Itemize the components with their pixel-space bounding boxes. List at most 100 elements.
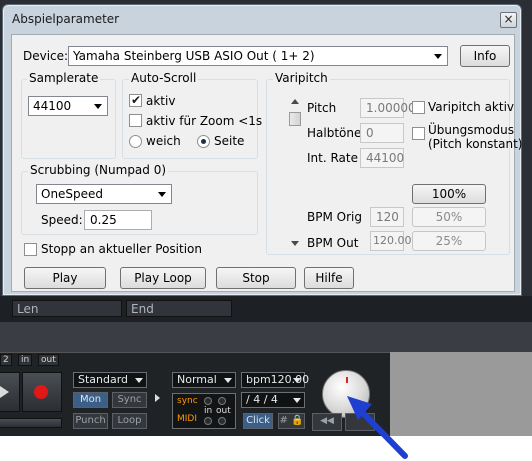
forward-button[interactable]: [345, 413, 375, 431]
len-field[interactable]: Len: [12, 300, 122, 317]
tab-out[interactable]: out: [38, 354, 59, 366]
bpm-combo[interactable]: bpm120.00: [241, 372, 309, 388]
samplerate-group: [21, 79, 116, 159]
midi-out-led-icon: [218, 417, 226, 425]
sync-midi-panel: sync MIDI in out: [172, 393, 236, 429]
mon-button[interactable]: Mon: [73, 392, 108, 408]
radio-weich-label: weich: [146, 134, 181, 148]
normal-combo[interactable]: Normal: [172, 372, 236, 388]
knob-marker: [346, 377, 348, 383]
bpm-out-input[interactable]: 120.00: [370, 231, 412, 251]
normal-combo-value: Normal: [177, 373, 217, 386]
midi-in-led-icon: [204, 417, 212, 425]
close-icon: ×: [503, 12, 514, 26]
bpm-orig-50-button[interactable]: 50%: [412, 207, 486, 227]
mode-combo[interactable]: Standard: [73, 372, 147, 388]
autoscroll-aktiv-label: aktiv: [146, 94, 176, 108]
autoscroll-aktiv-checkbox[interactable]: ✔: [129, 93, 142, 107]
chevron-down-icon: [94, 104, 102, 109]
scroll-down-icon[interactable]: [291, 241, 299, 246]
sync-led-icon: [204, 397, 212, 405]
chevron-down-icon: [293, 398, 301, 403]
play-icon: [0, 386, 9, 398]
varipitch-title: Varipitch: [273, 71, 330, 85]
hilfe-button[interactable]: Hilfe: [304, 267, 354, 289]
scrubbing-mode-value: OneSpeed: [41, 187, 104, 201]
bpm-out-label: BPM Out: [307, 236, 359, 250]
sync-led-icon: [218, 397, 226, 405]
chevron-down-icon: [158, 192, 166, 197]
dialog-title: Abspielparameter: [12, 12, 120, 26]
mode-combo-value: Standard: [78, 373, 129, 386]
grid-lock-button[interactable]: # 🔒: [278, 413, 305, 429]
meter-combo-value: / 4 / 4: [246, 393, 278, 406]
volume-knob[interactable]: [322, 370, 370, 418]
autoscroll-zoom-label: aktiv für Zoom <1s: [146, 114, 263, 128]
stopp-checkbox[interactable]: [24, 243, 37, 256]
host-right-panel: [390, 352, 532, 436]
tab-2[interactable]: 2: [0, 354, 12, 366]
end-field[interactable]: End: [126, 300, 232, 317]
bpm-out-25-button[interactable]: 25%: [412, 231, 486, 251]
pitch-input[interactable]: 1.00000: [360, 98, 416, 118]
uebungsmodus-label: Übungsmodus: [428, 123, 514, 137]
chevron-down-icon: [224, 378, 232, 383]
radio-weich[interactable]: [129, 135, 142, 148]
play-loop-button[interactable]: Play Loop: [120, 267, 206, 289]
intrate-label: Int. Rate: [307, 151, 358, 165]
sync-button[interactable]: Sync: [112, 392, 147, 408]
autoscroll-zoom-checkbox[interactable]: [129, 114, 142, 127]
halbtoene-input[interactable]: 0: [360, 123, 404, 143]
radio-selected-dot: [201, 139, 206, 144]
autoscroll-title: Auto-Scroll: [129, 71, 199, 85]
radio-seite[interactable]: [197, 135, 210, 148]
pitch-label: Pitch: [307, 101, 337, 115]
out-label: out: [216, 406, 231, 416]
stopp-label: Stopp an aktueller Position: [41, 242, 203, 256]
expand-arrow-icon[interactable]: [155, 394, 160, 402]
bpm-orig-label: BPM Orig: [307, 210, 362, 224]
meter-combo[interactable]: / 4 / 4: [241, 392, 305, 408]
uebungsmodus-checkbox[interactable]: [412, 127, 425, 140]
stop-button[interactable]: Stop: [216, 267, 296, 289]
radio-seite-label: Seite: [214, 134, 245, 148]
scrubbing-mode-combo[interactable]: OneSpeed: [36, 184, 172, 204]
percent-100-button[interactable]: 100%: [412, 184, 486, 204]
varipitch-scrollbar[interactable]: [288, 95, 302, 251]
scroll-up-icon[interactable]: [291, 99, 299, 104]
chevron-down-icon: [293, 378, 301, 383]
sync-label: sync: [177, 396, 198, 406]
dialog-client-area: Device: Yamaha Steinberg USB ASIO Out ( …: [11, 34, 522, 292]
device-label: Device:: [23, 49, 69, 63]
tab-in[interactable]: in: [18, 354, 33, 366]
punch-button[interactable]: Punch: [73, 413, 108, 429]
device-combo-value: Yamaha Steinberg USB ASIO Out ( 1+ 2): [73, 49, 315, 63]
title-bar[interactable]: Abspielparameter ×: [3, 5, 521, 33]
in-label: in: [204, 406, 213, 416]
speed-label: Speed:: [41, 213, 83, 227]
rewind-button[interactable]: ◀◀: [312, 413, 342, 431]
loop-button[interactable]: Loop: [112, 413, 147, 429]
halbtoene-label: Halbtöne: [307, 126, 362, 140]
close-button[interactable]: ×: [500, 12, 517, 28]
record-icon: [34, 385, 48, 399]
uebungsmodus-sublabel: (Pitch konstant): [428, 137, 523, 151]
play-button[interactable]: Play: [24, 267, 106, 289]
chevron-down-icon: [434, 54, 442, 59]
chevron-down-icon: [135, 378, 143, 383]
info-button[interactable]: Info: [460, 45, 510, 67]
device-combo[interactable]: Yamaha Steinberg USB ASIO Out ( 1+ 2): [68, 46, 448, 66]
transport-slider[interactable]: [0, 418, 62, 428]
samplerate-combo[interactable]: 44100: [28, 96, 108, 116]
midi-label: MIDI: [177, 414, 198, 424]
speed-input[interactable]: 0.25: [84, 210, 152, 230]
scrubbing-title: Scrubbing (Numpad 0): [28, 163, 169, 177]
click-button[interactable]: Click: [243, 413, 273, 429]
scrollbar-thumb[interactable]: [289, 112, 301, 126]
host-bottom-area: [0, 436, 532, 461]
samplerate-title: Samplerate: [27, 71, 101, 85]
bpm-orig-input[interactable]: 120: [370, 207, 404, 227]
varipitch-aktiv-checkbox[interactable]: [412, 101, 425, 114]
abspielparameter-dialog: Abspielparameter × Device: Yamaha Steinb…: [2, 4, 522, 296]
intrate-input[interactable]: 44100: [360, 148, 404, 168]
